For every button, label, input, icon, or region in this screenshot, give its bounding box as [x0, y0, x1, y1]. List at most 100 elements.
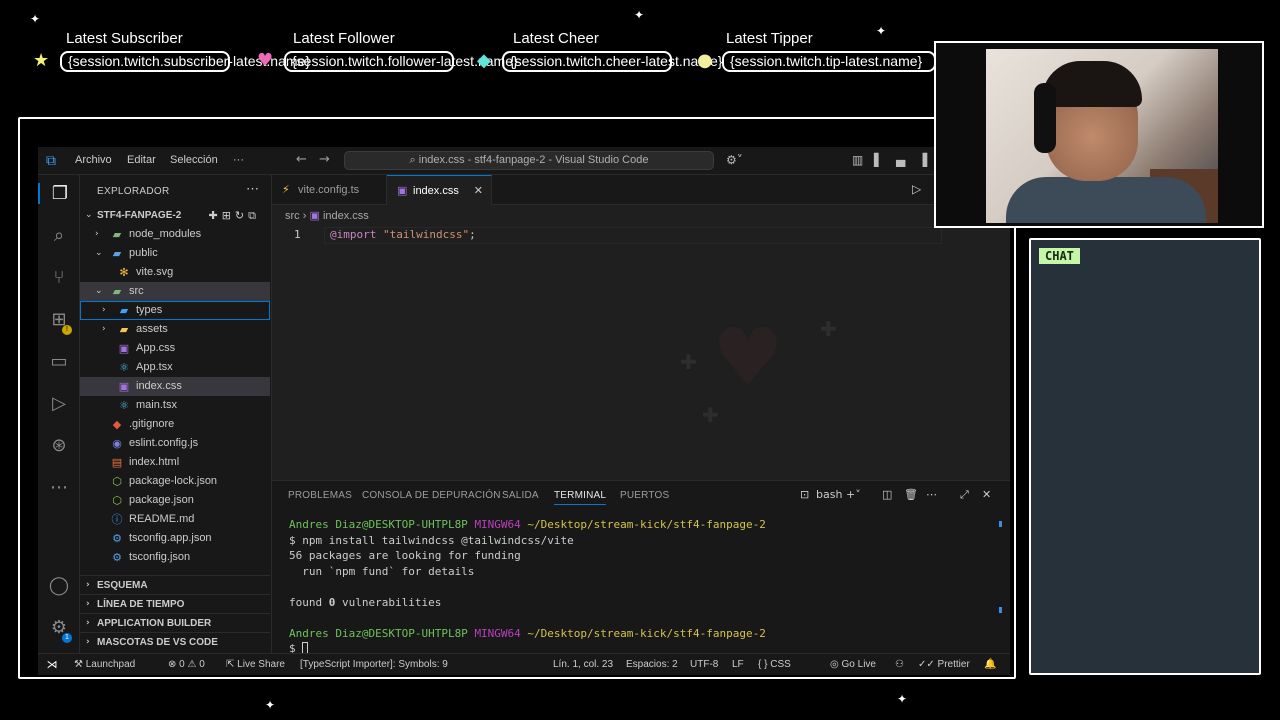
tree-item-index-html[interactable]: ▤ index.html [80, 453, 270, 472]
prettier-status[interactable]: ✓✓ Prettier [918, 659, 970, 670]
search-icon[interactable]: ⌕ [38, 225, 80, 246]
breadcrumb-item[interactable]: src [285, 210, 300, 222]
folder-icon: ▰ [119, 304, 129, 317]
tree-item-src[interactable]: ⌄ ▰ src [80, 282, 270, 301]
problems-status[interactable]: ⊗ 0 ⚠ 0 [168, 659, 205, 670]
language-status[interactable]: { } CSS [758, 659, 791, 670]
close-tab-icon[interactable]: ✕ [474, 176, 483, 206]
css-file-icon: ▣ [118, 342, 130, 355]
tree-item-label: node_modules [129, 228, 202, 240]
tree-item-tsconfig[interactable]: ⚙ tsconfig.json [80, 548, 270, 567]
account-icon[interactable]: ◯ [38, 575, 80, 596]
extensions-icon[interactable]: ⊞ [38, 309, 80, 330]
code-line[interactable]: @import "tailwindcss"; [330, 228, 476, 241]
panel-more-icon[interactable]: ⋯ [926, 488, 937, 501]
notifications-bell-icon[interactable]: 🔔 [984, 659, 996, 670]
tree-item-public[interactable]: ⌄ ▰ public [80, 244, 270, 263]
new-terminal-icon[interactable]: +˅ [846, 488, 861, 501]
git-graph-icon[interactable]: ⊛ [38, 435, 80, 456]
copilot-status-icon[interactable]: ⚇ [895, 659, 904, 670]
tab-terminal[interactable]: TERMINAL [554, 490, 607, 505]
remote-icon[interactable]: ⋊ [38, 654, 66, 675]
ts-importer-status[interactable]: [TypeScript Importer]: Symbols: 9 [300, 659, 448, 670]
layout-icon[interactable]: ▥ [852, 153, 863, 167]
section-esquema[interactable]: › ESQUEMA [80, 575, 270, 594]
forward-arrow-icon[interactable]: → [319, 152, 330, 167]
code-editor[interactable]: 1 @import "tailwindcss"; ♥ ✚ ✚ ✚ [272, 225, 1010, 480]
tree-item-eslint-config[interactable]: ◉ eslint.config.js [80, 434, 270, 453]
project-tools-icon[interactable]: ✚⊞↻⧉ [208, 206, 260, 225]
project-root[interactable]: ⌄ STF4-FANPAGE-2 ✚⊞↻⧉ [80, 206, 270, 225]
tab-index-css[interactable]: ▣ index.css ✕ [387, 175, 492, 205]
tree-item-node-modules[interactable]: › ▰ node_modules [80, 225, 270, 244]
latest-subscriber-widget: Latest Subscriber ★ {session.twitch.subs… [33, 30, 310, 72]
toggle-panel-icon[interactable]: ▄ [896, 153, 905, 167]
tree-item-assets[interactable]: › ▰ assets [80, 320, 270, 339]
tree-item-readme[interactable]: ⓘ README.md [80, 510, 270, 529]
copilot-icon[interactable]: ⚙˅ [726, 153, 743, 167]
close-panel-icon[interactable]: ✕ [982, 488, 991, 501]
command-center-search[interactable]: ⌕ index.css - stf4-fanpage-2 - Visual St… [344, 151, 714, 170]
scroll-marker [999, 607, 1002, 613]
section-linea-de-tiempo[interactable]: › LÍNEA DE TIEMPO [80, 594, 270, 613]
explorer-more-icon[interactable]: ⋯ [246, 181, 259, 197]
tab-vite-config[interactable]: ⚡ vite.config.ts [272, 175, 387, 205]
alert-value: {session.twitch.subscriber-latest.name} [60, 51, 310, 72]
cursor-position-status[interactable]: Lín. 1, col. 23 [553, 659, 613, 670]
latest-cheer-widget: Latest Cheer ◆ {session.twitch.cheer-lat… [477, 30, 722, 72]
more-icon[interactable]: ⋯ [38, 477, 80, 498]
explorer-sidebar: EXPLORADOR ⋯ ⌄ STF4-FANPAGE-2 ✚⊞↻⧉ › ▰ n… [80, 175, 272, 653]
menu-seleccion[interactable]: Selección [170, 154, 218, 166]
eol-status[interactable]: LF [732, 659, 744, 670]
chevron-right-icon: › [86, 599, 90, 609]
tree-item-package-lock[interactable]: ⬡ package-lock.json [80, 472, 270, 491]
git-file-icon: ◆ [112, 418, 122, 431]
tree-item-tsconfig-app[interactable]: ⚙ tsconfig.app.json [80, 529, 270, 548]
latest-follower-widget: Latest Follower ♥ {session.twitch.follow… [257, 30, 518, 72]
sparkle-icon: ✦ [634, 8, 645, 22]
liveshare-status[interactable]: ⇱ Live Share [226, 659, 285, 670]
tree-item-vite-svg[interactable]: ✻ vite.svg [80, 263, 270, 282]
section-mascotas[interactable]: › MASCOTAS DE VS CODE [80, 632, 270, 651]
tree-item-app-tsx[interactable]: ⚛ App.tsx [80, 358, 270, 377]
breadcrumb-item[interactable]: index.css [323, 210, 369, 222]
terminal-output[interactable]: Andres Diaz@DESKTOP-UHTPL8P MINGW64 ~/De… [289, 517, 766, 657]
manage-gear-icon[interactable]: ⚙ [38, 617, 80, 638]
tree-item-main-tsx[interactable]: ⚛ main.tsx [80, 396, 270, 415]
line-number: 1 [294, 228, 301, 241]
menu-editar[interactable]: Editar [127, 154, 156, 166]
menu-archivo[interactable]: Archivo [75, 154, 112, 166]
run-debug-icon[interactable]: ▷ [38, 393, 80, 414]
launchpad-status[interactable]: ⚒ Launchpad [74, 659, 135, 670]
tab-salida[interactable]: SALIDA [502, 490, 539, 501]
trash-icon[interactable]: 🗑 [904, 488, 918, 501]
bottom-panel: PROBLEMAS CONSOLA DE DEPURACIÓN SALIDA T… [272, 480, 1010, 655]
indentation-status[interactable]: Espacios: 2 [626, 659, 678, 670]
tree-item-types[interactable]: › ▰ types [80, 301, 270, 320]
tree-item-label: main.tsx [136, 399, 177, 411]
toggle-secondary-sidebar-icon[interactable]: ▐ [918, 153, 927, 167]
run-icon[interactable]: ▷ [912, 182, 921, 196]
maximize-panel-icon[interactable]: ⤢ [960, 488, 969, 502]
remote-explorer-icon[interactable]: ▭ [38, 351, 80, 372]
source-control-icon[interactable]: ⑂ [38, 267, 80, 288]
split-terminal-icon[interactable]: ◫ [882, 488, 892, 501]
section-application-builder[interactable]: › APPLICATION BUILDER [80, 613, 270, 632]
chevron-right-icon: › [102, 324, 106, 334]
encoding-status[interactable]: UTF-8 [690, 659, 718, 670]
css-file-icon: ▣ [118, 380, 130, 393]
menu-more[interactable]: ··· [233, 154, 244, 166]
tree-item-index-css[interactable]: ▣ index.css [80, 377, 270, 396]
tab-consola-depuracion[interactable]: CONSOLA DE DEPURACIÓN [362, 490, 501, 501]
tree-item-app-css[interactable]: ▣ App.css [80, 339, 270, 358]
terminal-shell-label[interactable]: bash [816, 488, 842, 501]
tree-item-gitignore[interactable]: ◆ .gitignore [80, 415, 270, 434]
tab-puertos[interactable]: PUERTOS [620, 490, 669, 501]
back-arrow-icon[interactable]: ← [296, 152, 307, 167]
go-live-status[interactable]: ◎ Go Live [830, 659, 876, 670]
toggle-sidebar-icon[interactable]: ▌ [874, 153, 883, 167]
tree-item-package-json[interactable]: ⬡ package.json [80, 491, 270, 510]
info-file-icon: ⓘ [111, 513, 123, 526]
tab-problemas[interactable]: PROBLEMAS [288, 490, 352, 501]
explorer-icon[interactable]: ❐ [38, 183, 80, 204]
